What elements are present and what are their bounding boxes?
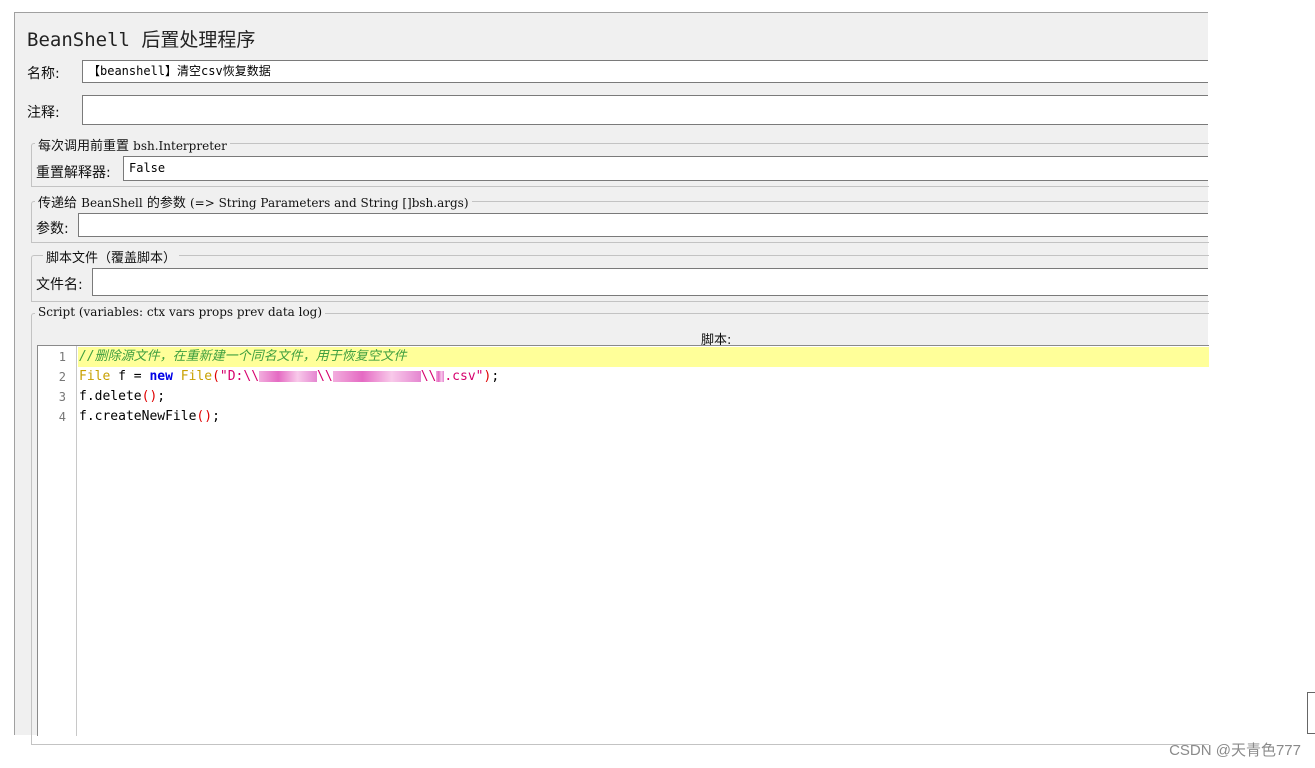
script-editor[interactable]: 1 2 3 4 //删除源文件，在重新建一个同名文件，用于恢复空文件 File …: [37, 345, 1209, 736]
script-legend-text: Script (variables: ctx vars props prev d…: [38, 305, 323, 319]
code-token: (): [141, 389, 158, 404]
reset-interpreter-field[interactable]: False: [123, 156, 1208, 181]
code-token: ;: [212, 409, 220, 424]
code-line-1: //删除源文件，在重新建一个同名文件，用于恢复空文件: [78, 347, 1209, 367]
line-number: 4: [58, 410, 66, 424]
reset-legend-text: 每次调用前重置: [38, 139, 130, 154]
code-token: f.createNewFile: [79, 409, 197, 424]
filename-label: 文件名:: [36, 277, 83, 293]
line-number: 1: [58, 350, 66, 364]
filename-input[interactable]: [92, 268, 1208, 296]
code-line-4: f.createNewFile();: [78, 407, 1209, 427]
collapse-handle-icon[interactable]: [1307, 692, 1315, 734]
code-comment: //删除源文件，在重新建一个同名文件，用于恢复空文件: [79, 349, 407, 364]
reset-legend-code: bsh.Interpreter: [133, 139, 227, 153]
reset-interpreter-label: 重置解释器:: [36, 165, 111, 181]
line-number: 2: [58, 370, 66, 384]
code-line-3: f.delete();: [78, 387, 1209, 407]
name-input[interactable]: 【beanshell】清空csv恢复数据: [82, 60, 1208, 83]
line-number: 3: [58, 390, 66, 404]
code-string: \\: [317, 369, 333, 384]
line-number-gutter: 1 2 3 4: [38, 346, 77, 736]
script-legend: Script (variables: ctx vars props prev d…: [35, 305, 326, 320]
code-line-2: File f = new File("D:\\ \\ \\ .csv");: [78, 367, 1209, 387]
code-token: (): [196, 409, 213, 424]
beanshell-postprocessor-panel: BeanShell 后置处理程序 名称: 【beanshell】清空csv恢复数…: [14, 12, 1209, 745]
code-token: ;: [491, 369, 500, 384]
name-label: 名称:: [27, 66, 60, 82]
params-legend-text1: 传递给: [38, 196, 78, 211]
code-token: ;: [157, 389, 166, 404]
reset-interpreter-legend: 每次调用前重置 bsh.Interpreter: [35, 135, 230, 154]
code-token: File: [172, 369, 213, 384]
comment-input[interactable]: [82, 95, 1208, 125]
comment-label: 注释:: [27, 105, 60, 121]
redacted-path-segment: [332, 371, 421, 382]
parameters-label: 参数:: [36, 221, 69, 237]
parameters-legend: 传递给 BeanShell 的参数 (=> String Parameters …: [35, 192, 472, 211]
redacted-path-segment: [436, 371, 445, 382]
page-title: BeanShell 后置处理程序: [27, 29, 256, 51]
watermark: CSDN @天青色777: [1169, 742, 1301, 759]
redacted-path-segment: [259, 371, 318, 382]
code-token: f.delete: [79, 389, 142, 404]
code-token: (: [212, 369, 220, 384]
params-legend-text2: 的参数: [146, 196, 186, 211]
code-token: f =: [110, 369, 150, 384]
parameters-input[interactable]: [78, 213, 1208, 237]
code-string: "D:\\: [219, 369, 260, 384]
code-string: \\: [420, 369, 437, 384]
code-string: .csv": [444, 369, 484, 384]
params-legend-code1: BeanShell: [81, 196, 143, 210]
script-file-legend: 脚本文件（覆盖脚本）: [43, 247, 180, 266]
code-token: File: [79, 369, 111, 384]
code-keyword: new: [149, 369, 173, 384]
params-legend-code2: (=> String Parameters and String []bsh.a…: [189, 196, 469, 210]
